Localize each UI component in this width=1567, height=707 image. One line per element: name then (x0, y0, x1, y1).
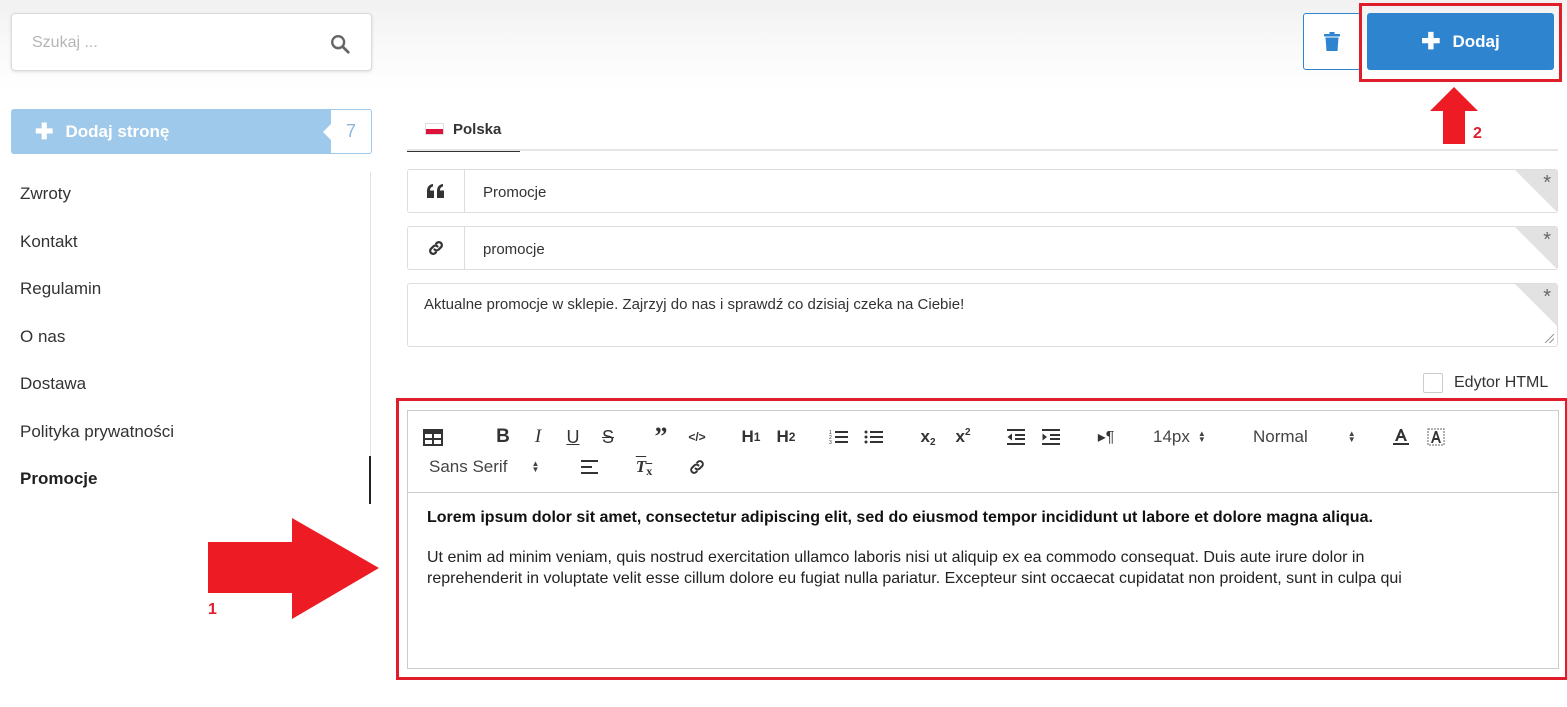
add-page-label: Dodaj stronę (65, 121, 170, 141)
select-arrows-icon: ▲ ▼ (1347, 429, 1356, 444)
editor-content[interactable]: Lorem ipsum dolor sit amet, consectetur … (427, 509, 1537, 589)
html-editor-label: Edytor HTML (1454, 374, 1549, 391)
title-input[interactable] (483, 180, 1503, 204)
text-direction-icon[interactable]: ▸¶ (1094, 425, 1118, 449)
sidebar-item-o-nas[interactable]: O nas (20, 327, 65, 347)
underline-icon[interactable]: U (562, 425, 584, 449)
font-size-select[interactable]: 14px ▲ ▼ (1153, 425, 1206, 449)
add-page-button[interactable]: ✚ Dodaj stronę (11, 109, 331, 154)
tab-label: Polska (453, 120, 502, 138)
heading-select[interactable]: Normal ▲ ▼ (1253, 425, 1356, 449)
title-field: * (407, 169, 1558, 213)
search-input[interactable] (32, 28, 322, 58)
sidebar-divider (370, 172, 371, 456)
plus-icon: ✚ (35, 118, 54, 144)
arrow-right-icon (208, 518, 379, 619)
tab-underline (407, 149, 1558, 151)
indent-icon[interactable] (1040, 425, 1062, 449)
highlight-box-2 (1359, 3, 1562, 82)
link-icon (408, 227, 465, 269)
required-mark: * (1543, 286, 1551, 308)
html-editor-checkbox[interactable] (1423, 373, 1443, 393)
tab-polska[interactable]: Polska (407, 109, 520, 152)
required-mark: * (1543, 229, 1551, 251)
sidebar-active-indicator (369, 456, 371, 504)
heading-value: Normal (1253, 427, 1308, 446)
heading-1-icon[interactable]: H1 (738, 425, 764, 449)
search-box[interactable] (11, 13, 372, 71)
table-icon[interactable] (422, 425, 444, 449)
svg-text:3: 3 (829, 440, 832, 445)
font-family-select[interactable]: Sans Serif ▲ ▼ (429, 455, 539, 479)
html-editor-toggle[interactable]: Edytor HTML (1423, 373, 1548, 393)
italic-icon[interactable]: I (527, 425, 549, 449)
link-icon[interactable] (686, 455, 708, 479)
poland-flag-icon (425, 123, 444, 135)
rich-text-editor: B I U S ” </> H1 H2 123 x2 x2 ▸¶ 14px ▲ ▼… (407, 410, 1559, 669)
trash-icon (1324, 32, 1340, 51)
editor-toolbar: B I U S ” </> H1 H2 123 x2 x2 ▸¶ 14px ▲ ▼… (408, 411, 1558, 493)
font-color-icon[interactable] (1390, 425, 1412, 449)
blockquote-icon[interactable]: ” (650, 422, 672, 451)
search-icon[interactable] (329, 33, 351, 55)
sidebar-item-promocje[interactable]: Promocje (20, 469, 97, 489)
bold-icon[interactable]: B (492, 425, 514, 449)
description-input[interactable]: Aktualne promocje w sklepie. Zajrzyj do … (424, 296, 1514, 340)
arrow-up-icon (1430, 87, 1478, 144)
quote-icon (408, 170, 465, 212)
sidebar-item-polityka[interactable]: Polityka prywatności (20, 422, 174, 442)
subscript-icon[interactable]: x2 (916, 425, 940, 449)
slug-field: * (407, 226, 1558, 270)
code-icon[interactable]: </> (686, 425, 708, 449)
background-color-icon[interactable] (1425, 425, 1447, 449)
content-bold-paragraph: Lorem ipsum dolor sit amet, consectetur … (427, 509, 1373, 526)
slug-input[interactable] (483, 237, 1503, 261)
sidebar-item-zwroty[interactable]: Zwroty (20, 184, 71, 204)
ordered-list-icon[interactable]: 123 (828, 425, 850, 449)
clear-format-icon[interactable]: Tx (632, 455, 656, 479)
required-mark: * (1543, 172, 1551, 194)
outdent-icon[interactable] (1005, 425, 1027, 449)
add-page-group: ✚ Dodaj stronę 7 (11, 109, 372, 154)
delete-button[interactable] (1303, 13, 1361, 70)
sidebar-item-dostawa[interactable]: Dostawa (20, 374, 86, 394)
select-arrows-icon: ▲ ▼ (1197, 429, 1206, 444)
superscript-icon[interactable]: x2 (951, 425, 975, 449)
annotation-label-1: 1 (208, 601, 217, 618)
select-arrows-icon: ▲ ▼ (531, 459, 540, 474)
strikethrough-icon[interactable]: S (597, 425, 619, 449)
bullet-list-icon[interactable] (863, 425, 885, 449)
font-size-value: 14px (1153, 427, 1190, 446)
annotation-label-2: 2 (1473, 125, 1482, 142)
sidebar-item-kontakt[interactable]: Kontakt (20, 232, 78, 252)
align-icon[interactable] (579, 455, 601, 479)
content-paragraph: Ut enim ad minim veniam, quis nostrud ex… (427, 549, 1402, 587)
description-field: Aktualne promocje w sklepie. Zajrzyj do … (407, 283, 1558, 347)
sidebar-item-regulamin[interactable]: Regulamin (20, 279, 101, 299)
page-count-badge: 7 (331, 109, 372, 154)
heading-2-icon[interactable]: H2 (773, 425, 799, 449)
font-family-value: Sans Serif (429, 457, 508, 476)
resize-handle[interactable] (1545, 334, 1554, 343)
